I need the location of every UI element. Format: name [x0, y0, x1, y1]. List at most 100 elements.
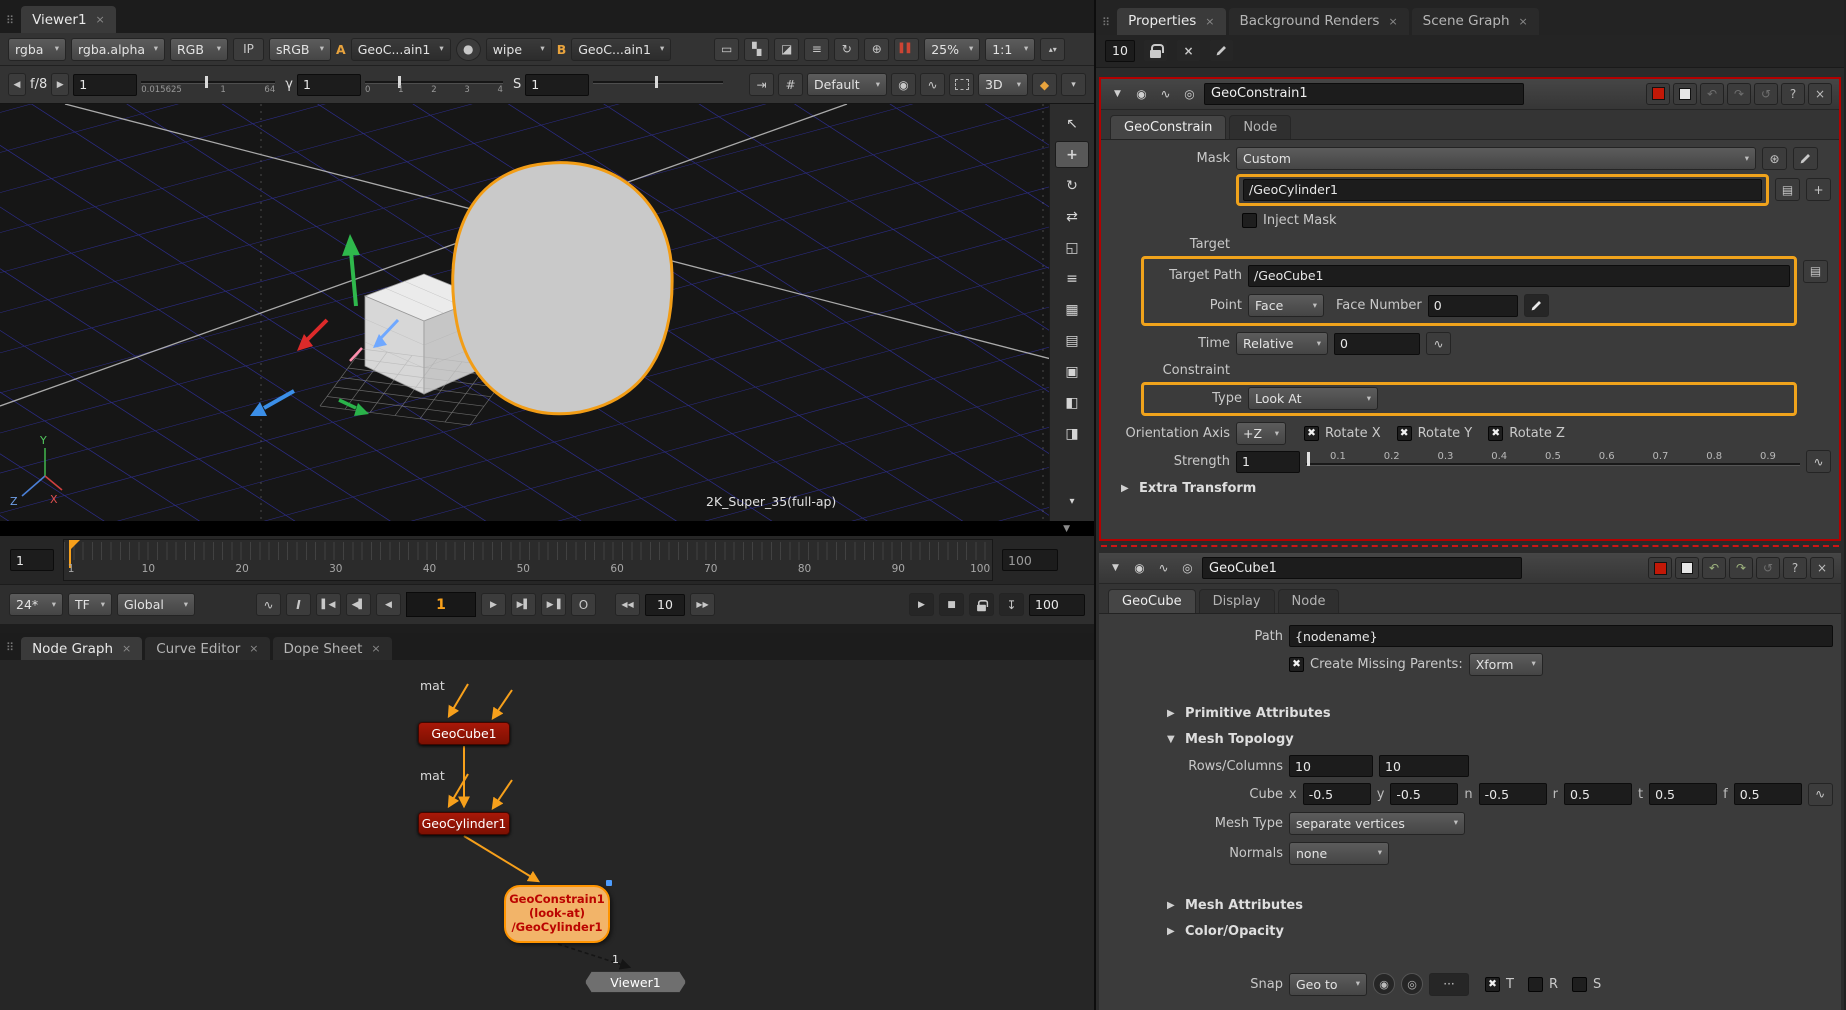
undo-button[interactable]: ↶	[1700, 83, 1724, 105]
loop-mode-button[interactable]: O	[571, 593, 596, 616]
guides-icon[interactable]: #	[778, 73, 803, 96]
3d-viewport[interactable]: Y Z X 2K_Super_35(full-ap)	[0, 104, 1049, 521]
viewer-lut-dropdown[interactable]: sRGB▾	[269, 38, 331, 61]
close-icon[interactable]: ×	[249, 642, 258, 655]
toolbar-collapse-icon[interactable]: ▴▾	[1040, 38, 1065, 61]
scale-tool-icon[interactable]: ◱	[1055, 234, 1089, 261]
step-back-button[interactable]: ◀◀	[615, 593, 640, 616]
fstop-up-button[interactable]: ▶	[51, 73, 69, 96]
collapse-panel-icon[interactable]: ▼	[1106, 563, 1125, 573]
tab-curve-editor[interactable]: Curve Editor ×	[145, 637, 269, 660]
scene-graph-browse-button[interactable]: ▤	[1803, 260, 1828, 283]
shaded-display-icon[interactable]: ▤	[1055, 327, 1089, 354]
tab-dope-sheet[interactable]: Dope Sheet ×	[273, 637, 392, 660]
bulb-icon[interactable]: ◎	[1180, 87, 1199, 101]
color-opacity-expander[interactable]: ▶ Color/Opacity	[1167, 918, 1833, 944]
saturation-slider[interactable]	[593, 72, 723, 98]
channels-dropdown[interactable]: rgba▾	[8, 38, 66, 61]
inject-mask-checkbox[interactable]	[1242, 213, 1257, 228]
curve-editor-icon[interactable]: ∿	[1154, 561, 1173, 575]
node-geoconstrain1-selected[interactable]: GeoConstrain1 (look-at) /GeoCylinder1	[504, 885, 610, 943]
close-icon[interactable]: ×	[1519, 15, 1528, 28]
mask-add-button[interactable]: +	[1806, 178, 1831, 201]
normals-dropdown[interactable]: none▾	[1289, 842, 1389, 865]
tab-background-renders[interactable]: Background Renders ×	[1229, 8, 1409, 35]
mesh-attributes-expander[interactable]: ▶ Mesh Attributes	[1167, 892, 1833, 918]
roi-icon[interactable]: ⊕	[864, 38, 889, 61]
pane-divider[interactable]	[0, 624, 1094, 633]
tab-geoconstrain[interactable]: GeoConstrain	[1110, 115, 1226, 139]
time-curve-button[interactable]: ∿	[1426, 332, 1451, 355]
geocylinder-object[interactable]	[453, 163, 672, 414]
expand-icon[interactable]: ▼	[1063, 524, 1070, 534]
tab-display[interactable]: Display	[1199, 589, 1275, 613]
textured-display-icon[interactable]: ▣	[1055, 358, 1089, 385]
gate-display-icon[interactable]	[949, 73, 974, 96]
input-mode-button[interactable]: I	[286, 593, 311, 616]
strip-collapse-icon[interactable]: ▾	[1055, 488, 1089, 515]
translate-tool-icon[interactable]: +	[1055, 141, 1089, 168]
node-geocube1[interactable]: GeoCube1	[418, 722, 510, 745]
revert-button[interactable]: ↺	[1756, 557, 1780, 579]
snap-t-checkbox[interactable]: ✖	[1485, 977, 1500, 992]
columns-input[interactable]	[1379, 755, 1469, 777]
display-channels-dropdown[interactable]: RGB▾	[170, 38, 228, 61]
view-mode-dropdown[interactable]: 3D▾	[978, 73, 1028, 96]
timeline-ruler[interactable]: 1 10 20 30 40 50 60 70 80 90 100	[63, 539, 993, 581]
close-icon[interactable]: ×	[1388, 15, 1397, 28]
lighting-display-icon[interactable]: ◧	[1055, 389, 1089, 416]
node-geocylinder1[interactable]: GeoCylinder1	[418, 812, 510, 835]
lock-panels-button[interactable]	[1143, 39, 1168, 62]
proxy-ratio-dropdown[interactable]: 1:1▾	[985, 38, 1035, 61]
profile-button[interactable]	[1673, 83, 1697, 105]
panel-divider[interactable]	[1101, 545, 1839, 553]
max-panels-input[interactable]	[1105, 40, 1135, 62]
current-frame-display[interactable]: 1	[406, 592, 476, 617]
rotate-z-checkbox[interactable]: ✖	[1488, 426, 1503, 441]
node-name-input[interactable]	[1204, 83, 1524, 105]
dim-t-input[interactable]	[1649, 783, 1717, 805]
gamma-slider[interactable]: 0 1 2 3 4	[365, 72, 503, 98]
strength-curve-button[interactable]: ∿	[1806, 450, 1831, 473]
next-keyframe-button[interactable]: ▶▌	[511, 593, 536, 616]
extra-transform-expander[interactable]: ▶ Extra Transform	[1121, 476, 1831, 502]
tab-geocube[interactable]: GeoCube	[1108, 589, 1196, 613]
cube-curve-button[interactable]: ∿	[1808, 783, 1833, 806]
node-graph[interactable]: mat GeoCube1 mat GeoCylinder1 GeoConstra…	[0, 660, 1094, 1010]
rotate-x-checkbox[interactable]: ✖	[1304, 426, 1319, 441]
alpha-channel-dropdown[interactable]: rgba.alpha▾	[71, 38, 165, 61]
lock-range-button[interactable]	[969, 593, 994, 616]
snap-more-button[interactable]: ···	[1429, 973, 1469, 996]
gain-slider[interactable]: 0.015625 1 64	[141, 72, 275, 98]
snap-dropdown[interactable]: Geo to▾	[1289, 973, 1367, 996]
input-b-dropdown[interactable]: GeoC...ain1▾	[571, 38, 671, 61]
panel-grip-icon[interactable]: ⠿	[1100, 16, 1114, 35]
close-icon[interactable]: ×	[122, 642, 131, 655]
close-panel-button[interactable]: ×	[1810, 557, 1834, 579]
input-process-toggle[interactable]: IP	[233, 38, 264, 61]
tab-node[interactable]: Node	[1278, 589, 1340, 613]
curve-editor-icon[interactable]: ∿	[1156, 87, 1175, 101]
stack-mode-icon[interactable]: ≡	[804, 38, 829, 61]
focus-node-icon[interactable]: ◉	[1132, 87, 1151, 101]
frame-step-input[interactable]	[645, 594, 685, 616]
target-path-input[interactable]	[1248, 265, 1790, 287]
bulb-icon[interactable]: ◎	[1178, 561, 1197, 575]
input-a-swatch-icon[interactable]: ●	[456, 38, 481, 61]
checkerboard-icon[interactable]: ▚	[744, 38, 769, 61]
render-mode-icon[interactable]: ◨	[1055, 420, 1089, 447]
goto-input-icon[interactable]: ⇥	[749, 73, 774, 96]
flipbook-play-button[interactable]: ▶	[909, 593, 934, 616]
viewer-process-dropdown[interactable]: Default▾	[807, 73, 887, 96]
slider-handle[interactable]	[1307, 452, 1310, 466]
tab-scene-graph[interactable]: Scene Graph ×	[1412, 8, 1539, 35]
slider-handle[interactable]	[655, 76, 658, 88]
close-panel-button[interactable]: ×	[1808, 83, 1832, 105]
tab-properties[interactable]: Properties ×	[1117, 8, 1225, 35]
play-backward-button[interactable]: ◀	[376, 593, 401, 616]
snapshot-icon[interactable]: ◆	[1032, 73, 1057, 96]
dim-n-input[interactable]	[1479, 783, 1547, 805]
parent-type-dropdown[interactable]: Xform▾	[1469, 653, 1543, 676]
edit-button[interactable]	[1209, 39, 1234, 62]
time-dropdown[interactable]: Relative▾	[1236, 332, 1328, 355]
